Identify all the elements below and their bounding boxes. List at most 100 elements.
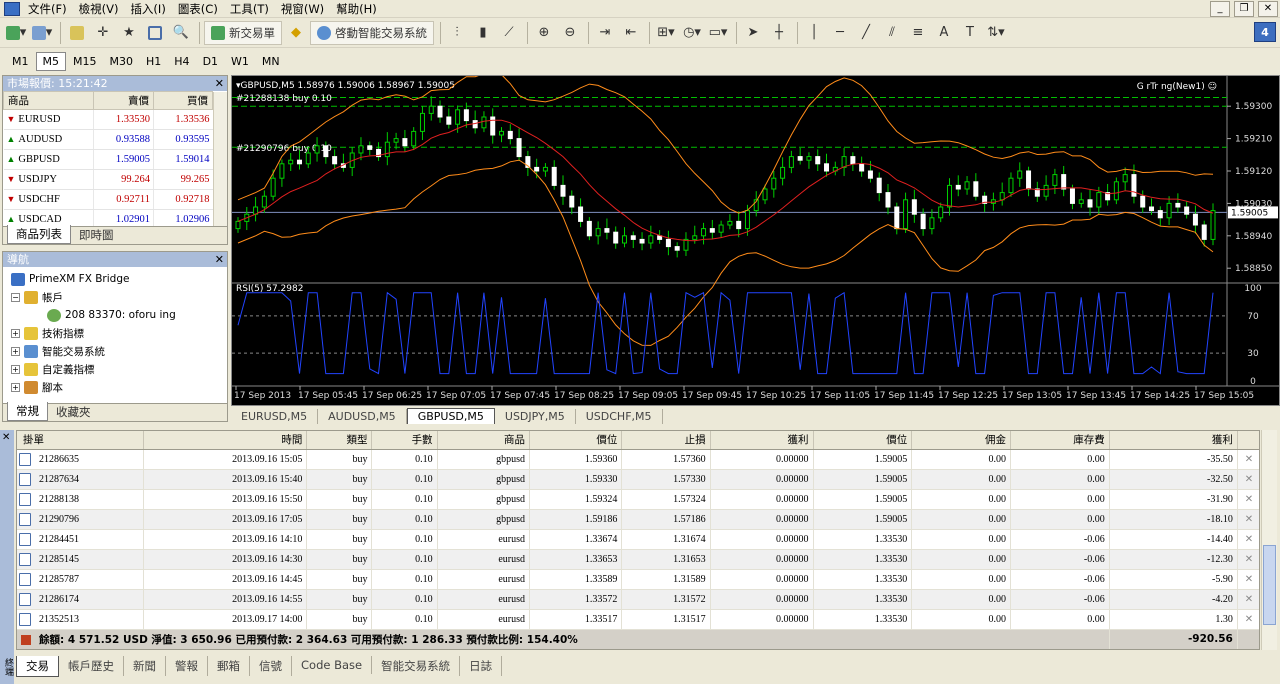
column-header[interactable]: 掛單 bbox=[17, 431, 144, 450]
new-chart-icon[interactable]: ▾ bbox=[4, 21, 28, 45]
bar-chart-icon[interactable]: ⫶ bbox=[445, 21, 469, 45]
terminal-tab[interactable]: 信號 bbox=[250, 656, 292, 676]
market-row[interactable]: ▼ EURUSD 1.33530 1.33536 bbox=[3, 109, 213, 130]
menu-window[interactable]: 視窗(W) bbox=[275, 0, 330, 18]
fibonacci-icon[interactable]: ≡ bbox=[906, 21, 930, 45]
market-watch-icon[interactable] bbox=[65, 21, 89, 45]
chart-canvas[interactable]: 1.593001.592101.591201.590301.590051.589… bbox=[232, 71, 1279, 405]
terminal-tab[interactable]: 警報 bbox=[166, 656, 208, 676]
market-row[interactable]: ▲ GBPUSD 1.59005 1.59014 bbox=[3, 149, 213, 170]
order-row[interactable]: 21285145 2013.09.16 14:30 buy 0.10 eurusd 1.3… bbox=[17, 549, 1259, 570]
tree-account-item[interactable]: 208 83370: oforu ing bbox=[11, 306, 227, 324]
terminal-tab[interactable]: 新聞 bbox=[124, 656, 166, 676]
profiles-icon[interactable]: ▾ bbox=[30, 21, 54, 45]
terminal-tab[interactable]: 郵箱 bbox=[208, 656, 250, 676]
text-icon[interactable]: A bbox=[932, 21, 956, 45]
periods-icon[interactable]: ◷▾ bbox=[680, 21, 704, 45]
close-order-icon[interactable]: ✕ bbox=[1237, 609, 1259, 630]
column-header[interactable]: 價位 bbox=[529, 431, 623, 450]
tab-favorites[interactable]: 收藏夾 bbox=[48, 403, 99, 421]
chart-tab[interactable]: GBPUSD,M5 bbox=[406, 408, 495, 424]
tab-symbols[interactable]: 商品列表 bbox=[7, 225, 71, 244]
navigator-icon[interactable]: ★ bbox=[117, 21, 141, 45]
expand-icon[interactable]: + bbox=[11, 346, 20, 356]
terminal-tab[interactable]: 交易 bbox=[16, 656, 59, 677]
close-order-icon[interactable]: ✕ bbox=[1237, 509, 1259, 530]
market-row[interactable]: ▲ AUDUSD 0.93588 0.93595 bbox=[3, 129, 213, 150]
tree-indicators[interactable]: + 技術指標 bbox=[11, 324, 227, 342]
column-header[interactable]: 價位 bbox=[813, 431, 913, 450]
auto-trading-button[interactable]: 啓動智能交易系統 bbox=[310, 20, 434, 45]
close-order-icon[interactable]: ✕ bbox=[1237, 589, 1259, 610]
column-header[interactable]: 獲利 bbox=[1109, 431, 1238, 450]
menu-insert[interactable]: 插入(I) bbox=[124, 0, 171, 18]
column-header[interactable]: 手數 bbox=[371, 431, 438, 450]
order-row[interactable]: 21352513 2013.09.17 14:00 buy 0.10 eurusd 1.3… bbox=[17, 609, 1259, 630]
close-order-icon[interactable]: ✕ bbox=[1237, 489, 1259, 510]
menu-view[interactable]: 檢視(V) bbox=[73, 0, 125, 18]
minimize-icon[interactable]: _ bbox=[1210, 1, 1230, 17]
expand-icon[interactable]: + bbox=[11, 328, 20, 338]
tree-scripts[interactable]: + 腳本 bbox=[11, 378, 227, 396]
timeframe-d1[interactable]: D1 bbox=[197, 53, 224, 70]
menu-file[interactable]: 文件(F) bbox=[22, 0, 73, 18]
column-header[interactable]: 商品 bbox=[2, 91, 95, 110]
order-row[interactable]: 21287634 2013.09.16 15:40 buy 0.10 gbpusd 1.5… bbox=[17, 469, 1259, 490]
collapse-icon[interactable]: − bbox=[11, 292, 20, 302]
terminal-tab[interactable]: 帳戶歷史 bbox=[59, 656, 124, 676]
close-icon[interactable]: ✕ bbox=[1258, 1, 1278, 17]
order-row[interactable]: 21288138 2013.09.16 15:50 buy 0.10 gbpusd 1.5… bbox=[17, 489, 1259, 510]
column-header[interactable]: 時間 bbox=[143, 431, 308, 450]
chart-tab[interactable]: EURUSD,M5 bbox=[231, 409, 319, 424]
scrollbar[interactable] bbox=[1261, 430, 1277, 650]
timeframe-m5[interactable]: M5 bbox=[35, 51, 66, 71]
order-row[interactable]: 21286635 2013.09.16 15:05 buy 0.10 gbpusd 1.5… bbox=[17, 449, 1259, 470]
column-header[interactable]: 商品 bbox=[437, 431, 530, 450]
trendline-icon[interactable]: ╱ bbox=[854, 21, 878, 45]
vertical-line-icon[interactable]: │ bbox=[802, 21, 826, 45]
close-icon[interactable]: ✕ bbox=[215, 76, 224, 91]
column-header[interactable]: 獲利 bbox=[710, 431, 814, 450]
terminal-tab[interactable]: 日誌 bbox=[460, 656, 503, 676]
close-order-icon[interactable]: ✕ bbox=[1237, 549, 1259, 570]
zoom-in-icon[interactable]: ⊕ bbox=[532, 21, 556, 45]
order-row[interactable]: 21285787 2013.09.16 14:45 buy 0.10 eurusd 1.3… bbox=[17, 569, 1259, 590]
candlestick-icon[interactable]: ▮ bbox=[471, 21, 495, 45]
price-chart[interactable]: 1.59300 1.59210 1.59120 1.59030 1.59005 1.589… bbox=[231, 71, 1280, 406]
tester-icon[interactable]: 🔍 bbox=[169, 21, 193, 45]
data-window-icon[interactable]: ✛ bbox=[91, 21, 115, 45]
market-row[interactable]: ▼ USDJPY 99.264 99.265 bbox=[3, 169, 213, 190]
expand-icon[interactable]: + bbox=[11, 364, 20, 374]
scrollbar-thumb[interactable] bbox=[1263, 545, 1276, 625]
cursor-icon[interactable]: ➤ bbox=[741, 21, 765, 45]
tab-common[interactable]: 常規 bbox=[7, 402, 48, 421]
autoscroll-icon[interactable]: ⇥ bbox=[593, 21, 617, 45]
tree-accounts[interactable]: − 帳戶 bbox=[11, 288, 227, 306]
tree-custom-indicators[interactable]: + 自定義指標 bbox=[11, 360, 227, 378]
tree-root[interactable]: PrimeXM FX Bridge bbox=[11, 270, 227, 288]
templates-icon[interactable]: ▭▾ bbox=[706, 21, 730, 45]
terminal-icon[interactable] bbox=[143, 21, 167, 45]
expand-icon[interactable]: + bbox=[11, 382, 20, 392]
zoom-out-icon[interactable]: ⊖ bbox=[558, 21, 582, 45]
column-header[interactable]: 庫存費 bbox=[1010, 431, 1110, 450]
chart-tab[interactable]: USDJPY,M5 bbox=[495, 409, 576, 424]
indicators-icon[interactable]: ⊞▾ bbox=[654, 21, 678, 45]
timeframe-w1[interactable]: W1 bbox=[225, 53, 255, 70]
restore-icon[interactable]: ❐ bbox=[1234, 1, 1254, 17]
close-icon[interactable]: ✕ bbox=[215, 252, 224, 267]
timeframe-m30[interactable]: M30 bbox=[104, 53, 140, 70]
chart-tab[interactable]: AUDUSD,M5 bbox=[318, 409, 407, 424]
scrollbar[interactable] bbox=[213, 92, 227, 227]
line-chart-icon[interactable]: ⟋ bbox=[497, 21, 521, 45]
market-row[interactable]: ▼ USDCHF 0.92711 0.92718 bbox=[3, 189, 213, 210]
new-order-button[interactable]: 新交易單 bbox=[204, 20, 282, 45]
notification-badge[interactable]: 4 bbox=[1254, 22, 1276, 42]
crosshair-icon[interactable]: ┼ bbox=[767, 21, 791, 45]
timeframe-m15[interactable]: M15 bbox=[67, 53, 103, 70]
column-header[interactable]: 賣價 bbox=[93, 91, 154, 110]
close-order-icon[interactable]: ✕ bbox=[1237, 569, 1259, 590]
timeframe-h1[interactable]: H1 bbox=[140, 53, 167, 70]
column-header[interactable]: 類型 bbox=[306, 431, 373, 450]
close-order-icon[interactable]: ✕ bbox=[1237, 449, 1259, 470]
